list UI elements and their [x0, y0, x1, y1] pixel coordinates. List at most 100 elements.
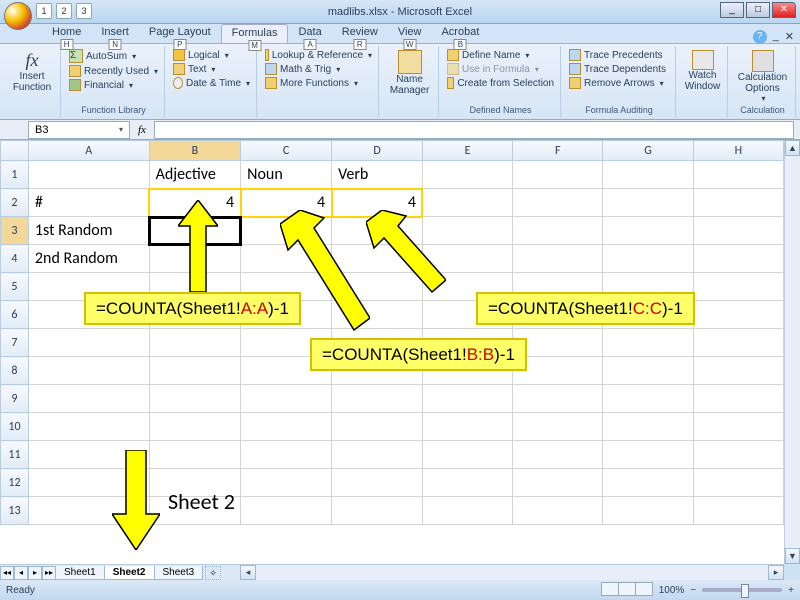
calculator-icon	[752, 50, 774, 72]
col-header[interactable]: F	[513, 141, 603, 161]
formula-bar[interactable]	[154, 121, 794, 139]
callout-formula-c: =COUNTA(Sheet1!C:C)-1	[476, 292, 695, 325]
row-header[interactable]: 8	[1, 357, 29, 385]
view-buttons[interactable]	[602, 582, 653, 599]
sheet-tab[interactable]: Sheet1	[55, 566, 105, 580]
row-header[interactable]: 6	[1, 301, 29, 329]
col-header[interactable]: B	[149, 141, 241, 161]
new-sheet-button[interactable]: ✧	[205, 566, 221, 580]
row-header[interactable]: 1	[1, 161, 29, 189]
name-manager-button[interactable]: Name Manager	[382, 48, 438, 98]
more-functions-button[interactable]: More Functions▾	[263, 76, 374, 90]
scroll-up-button[interactable]: ▲	[785, 140, 800, 156]
maximize-button[interactable]: □	[746, 2, 770, 18]
text-button[interactable]: Text▾	[171, 62, 252, 76]
tab-nav-last[interactable]: ▸▸	[42, 566, 56, 580]
zoom-in-button[interactable]: +	[788, 585, 794, 596]
office-button[interactable]	[4, 2, 32, 30]
qat-item[interactable]: 2	[56, 3, 72, 19]
tab-page-layout[interactable]: Page LayoutP	[139, 24, 221, 43]
tab-acrobat[interactable]: AcrobatB	[431, 24, 489, 43]
arrow-down-icon	[112, 450, 160, 550]
sheet-tab-active[interactable]: Sheet2	[104, 566, 155, 580]
calc-options-button[interactable]: Calculation Options▾	[729, 48, 797, 105]
col-header[interactable]: E	[422, 141, 512, 161]
fx-icon: fx	[26, 50, 39, 71]
financial-button[interactable]: Financial▾	[67, 78, 160, 92]
name-box[interactable]: B3▾	[28, 121, 130, 139]
arrow-diag-icon	[280, 210, 370, 340]
zoom-slider[interactable]	[702, 588, 782, 592]
insert-function-button[interactable]: fx Insert Function	[8, 48, 56, 95]
row-header[interactable]: 3	[1, 217, 29, 245]
row-header[interactable]: 11	[1, 441, 29, 469]
watch-window-button[interactable]: Watch Window	[677, 48, 729, 94]
row-header[interactable]: 13	[1, 497, 29, 525]
remove-arrows-button[interactable]: Remove Arrows▾	[567, 76, 671, 90]
hscroll-track[interactable]	[256, 565, 768, 580]
row-header[interactable]: 2	[1, 189, 29, 217]
minimize-button[interactable]: _	[720, 2, 744, 18]
scroll-right-button[interactable]: ▸	[768, 565, 784, 580]
cell[interactable]: 1st Random	[28, 217, 149, 245]
qat-item[interactable]: 3	[76, 3, 92, 19]
group-calculation: Calculation	[740, 105, 785, 115]
row-header[interactable]: 4	[1, 245, 29, 273]
logical-button[interactable]: Logical▾	[171, 48, 252, 62]
cell[interactable]: 2nd Random	[28, 245, 149, 273]
tag-icon	[447, 49, 459, 61]
row-header[interactable]: 7	[1, 329, 29, 357]
lookup-button[interactable]: Lookup & Reference▾	[263, 48, 374, 62]
define-name-button[interactable]: Define Name▾	[445, 48, 556, 62]
mathtrig-button[interactable]: Math & Trig▾	[263, 62, 374, 76]
fx-label-icon[interactable]: fx	[138, 124, 146, 136]
row-header[interactable]: 10	[1, 413, 29, 441]
callout-formula-a: =COUNTA(Sheet1!A:A)-1	[84, 292, 301, 325]
trace-dependents-button[interactable]: Trace Dependents	[567, 62, 671, 76]
col-header[interactable]: D	[332, 141, 423, 161]
col-header[interactable]: C	[241, 141, 332, 161]
star-icon	[69, 65, 81, 77]
tab-formulas[interactable]: FormulasM	[221, 24, 289, 43]
datetime-button[interactable]: Date & Time▾	[171, 76, 252, 90]
row-header[interactable]: 12	[1, 469, 29, 497]
cell[interactable]: Verb	[332, 161, 423, 189]
sigma-icon: Σ	[69, 49, 83, 63]
use-in-formula-button[interactable]: Use in Formula▾	[445, 62, 556, 76]
help-icon[interactable]: ?	[753, 30, 767, 44]
tab-nav-prev[interactable]: ◂	[14, 566, 28, 580]
col-header[interactable]: G	[603, 141, 693, 161]
tab-review[interactable]: ReviewR	[332, 24, 388, 43]
recently-used-button[interactable]: Recently Used▾	[67, 64, 160, 78]
col-header[interactable]: A	[28, 141, 149, 161]
create-from-selection-button[interactable]: Create from Selection	[445, 76, 556, 90]
tab-insert[interactable]: InsertN	[91, 24, 139, 43]
callout-formula-b: =COUNTA(Sheet1!B:B)-1	[310, 338, 527, 371]
trace-precedents-button[interactable]: Trace Precedents	[567, 48, 671, 62]
doc-close-icon[interactable]: ✕	[785, 30, 794, 44]
clock-icon	[173, 77, 183, 89]
row-header[interactable]: 9	[1, 385, 29, 413]
fx-small-icon	[447, 63, 459, 75]
tab-home[interactable]: HomeH	[42, 24, 91, 43]
scroll-down-button[interactable]: ▼	[785, 548, 800, 564]
cell[interactable]: #	[28, 189, 149, 217]
cell[interactable]: Adjective	[149, 161, 241, 189]
tab-nav-first[interactable]: ◂◂	[0, 566, 14, 580]
sheet-tab[interactable]: Sheet3	[154, 566, 204, 580]
select-all-corner[interactable]	[1, 141, 29, 161]
cell[interactable]: Noun	[241, 161, 332, 189]
ribbon-min-icon[interactable]: _	[773, 30, 779, 44]
tab-data[interactable]: DataA	[288, 24, 331, 43]
qat-item[interactable]: 1	[36, 3, 52, 19]
close-button[interactable]: ✕	[772, 2, 796, 18]
tab-view[interactable]: ViewW	[388, 24, 432, 43]
ribbon: fx Insert Function ΣAutoSum▾ Recently Us…	[0, 44, 800, 120]
row-header[interactable]: 5	[1, 273, 29, 301]
zoom-out-button[interactable]: −	[690, 585, 696, 596]
col-header[interactable]: H	[693, 141, 783, 161]
tab-nav-next[interactable]: ▸	[28, 566, 42, 580]
zoom-level[interactable]: 100%	[659, 585, 685, 596]
autosum-button[interactable]: ΣAutoSum▾	[67, 48, 160, 64]
scroll-left-button[interactable]: ◂	[240, 565, 256, 580]
